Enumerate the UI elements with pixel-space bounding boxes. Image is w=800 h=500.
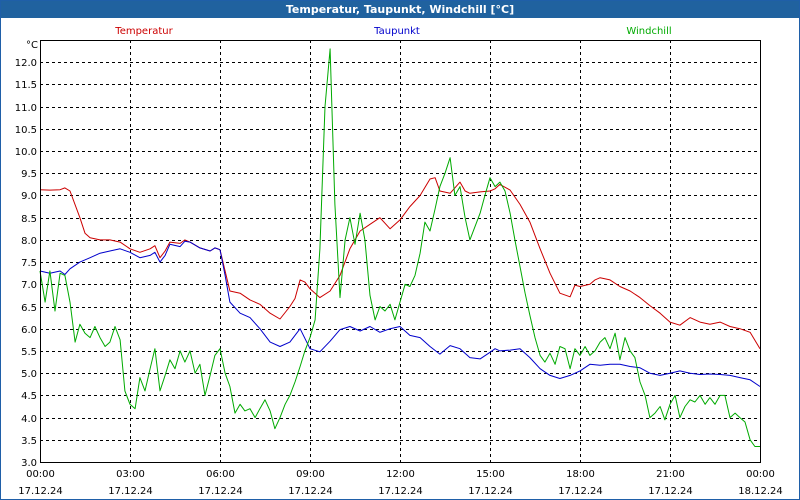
- y-tick-label: 3.0: [21, 458, 37, 469]
- y-tick-label: 5.0: [21, 369, 37, 380]
- x-tick-time: 06:00: [206, 469, 235, 480]
- x-tick-date: 18.12.24: [738, 486, 783, 497]
- x-tick-date: 17.12.24: [378, 486, 423, 497]
- y-tick-label: 9.0: [21, 191, 37, 202]
- y-tick-label: 6.0: [21, 325, 37, 336]
- x-tick-time: 09:00: [296, 469, 325, 480]
- y-tick-label: 7.5: [21, 258, 37, 269]
- x-tick-date: 17.12.24: [18, 486, 63, 497]
- y-tick-label: 6.5: [21, 303, 37, 314]
- x-tick-date: 17.12.24: [558, 486, 603, 497]
- y-tick-label: 8.0: [21, 236, 37, 247]
- x-tick-time: 03:00: [116, 469, 145, 480]
- x-tick-date: 17.12.24: [108, 486, 153, 497]
- x-tick-time: 18:00: [566, 469, 595, 480]
- y-tick-label: 10.0: [15, 147, 37, 158]
- x-tick-date: 17.12.24: [198, 486, 243, 497]
- x-tick-time: 15:00: [476, 469, 505, 480]
- axis-ticks: 3.0 3.5 4.0 4.5 5.0 5.5 6.0 6.5 7.0 7.5 8.0 8.5 9.0 9…: [15, 58, 783, 497]
- x-tick-time: 00:00: [746, 469, 775, 480]
- y-tick-label: 5.5: [21, 347, 37, 358]
- y-tick-label: 11.5: [15, 80, 37, 91]
- legend-taupunkt: Taupunkt: [373, 26, 420, 37]
- legend-temperatur: Temperatur: [114, 26, 173, 37]
- x-tick-date: 17.12.24: [648, 486, 693, 497]
- y-tick-label: 10.5: [15, 125, 37, 136]
- y-tick-label: 12.0: [15, 58, 37, 69]
- x-tick-time: 12:00: [386, 469, 415, 480]
- y-axis-unit: °C: [26, 40, 38, 51]
- chart-canvas: °C Temperatur Taupunkt Windchill 3.0 3.5 4…: [15, 26, 783, 497]
- y-tick-label: 4.0: [21, 414, 37, 425]
- grid: [40, 40, 760, 463]
- y-tick-label: 7.0: [21, 280, 37, 291]
- y-tick-label: 11.0: [15, 103, 37, 114]
- x-tick-time: 21:00: [656, 469, 685, 480]
- x-tick-date: 17.12.24: [288, 486, 333, 497]
- x-tick-date: 17.12.24: [468, 486, 513, 497]
- y-tick-label: 4.5: [21, 391, 37, 402]
- y-tick-label: 8.5: [21, 214, 37, 225]
- legend-windchill: Windchill: [626, 26, 671, 37]
- x-tick-time: 00:00: [26, 469, 55, 480]
- y-tick-label: 9.5: [21, 169, 37, 180]
- y-tick-label: 3.5: [21, 436, 37, 447]
